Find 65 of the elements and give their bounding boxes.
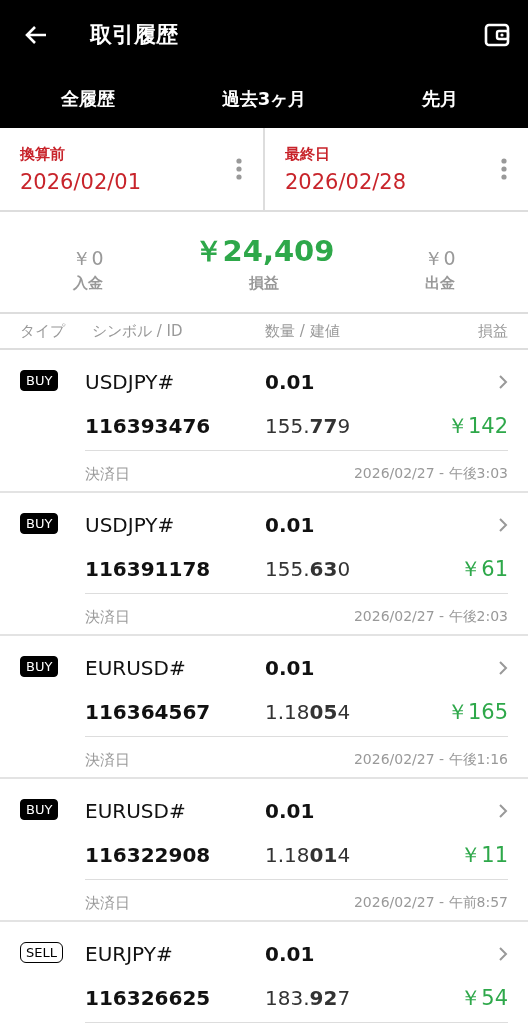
tab[interactable]: 全履歴: [0, 81, 176, 117]
back-icon[interactable]: [24, 25, 48, 45]
settle-label: 決済日: [85, 750, 131, 770]
trade-id: 116364567: [85, 700, 212, 724]
profit: ￥61: [460, 556, 508, 583]
symbol: EURJPY#: [85, 942, 174, 966]
volume: 0.01: [265, 513, 316, 537]
trade-id: 116391178: [85, 557, 212, 581]
volume: 0.01: [265, 370, 316, 394]
side-tag: BUY: [20, 370, 59, 391]
trade-id: 116322908: [85, 843, 212, 867]
settle-time: 2026/02/27 - 午前8:57: [353, 894, 508, 912]
trade-id: 116326625: [85, 986, 212, 1010]
symbol: EURUSD#: [85, 656, 187, 680]
column-header: シンボル / ID: [92, 321, 184, 341]
amount-label: 入金: [73, 273, 103, 293]
amount: ￥0: [72, 245, 104, 271]
profit: ￥165: [446, 699, 508, 726]
column-header: 数量 / 建値: [265, 321, 341, 341]
more-icon[interactable]: [500, 158, 508, 180]
side-tag: SELL: [20, 942, 63, 963]
chevron-right-icon[interactable]: [498, 946, 508, 962]
settle-time: 2026/02/27 - 午後2:03: [353, 608, 508, 626]
date-label: 換算前: [20, 144, 66, 164]
settle-label: 決済日: [85, 464, 131, 484]
window-title: 取引履歴: [90, 21, 179, 49]
amount: ￥0: [424, 245, 456, 271]
date-value[interactable]: 2026/02/01: [20, 169, 235, 194]
column-header: 損益: [478, 321, 508, 341]
chevron-right-icon[interactable]: [498, 660, 508, 676]
column-header: タイプ: [20, 321, 67, 341]
settle-label: 決済日: [85, 607, 131, 627]
side-tag: BUY: [20, 656, 59, 677]
symbol: USDJPY#: [85, 370, 176, 394]
amount-label: 損益: [249, 273, 279, 293]
chevron-right-icon[interactable]: [498, 803, 508, 819]
settle-label: 決済日: [85, 893, 131, 913]
profit: ￥11: [460, 842, 508, 869]
volume: 0.01: [265, 942, 316, 966]
side-tag: BUY: [20, 513, 59, 534]
symbol: USDJPY#: [85, 513, 176, 537]
chevron-right-icon[interactable]: [498, 517, 508, 533]
amount-label: 出金: [425, 273, 455, 293]
profit: ￥54: [460, 985, 508, 1012]
price: 1.18014: [265, 843, 352, 867]
volume: 0.01: [265, 656, 316, 680]
price: 1.18054: [265, 700, 352, 724]
price: 155.779: [265, 414, 352, 438]
settle-time: 2026/02/27 - 午後3:03: [353, 465, 508, 483]
chevron-right-icon[interactable]: [498, 374, 508, 390]
symbol: EURUSD#: [85, 799, 187, 823]
price: 155.630: [265, 557, 352, 581]
date-value[interactable]: 2026/02/28: [285, 169, 500, 194]
date-label: 最終日: [285, 144, 331, 164]
tab[interactable]: 先月: [352, 81, 528, 117]
price: 183.927: [265, 986, 352, 1010]
more-icon[interactable]: [235, 158, 243, 180]
tab[interactable]: 過去3ヶ月: [176, 81, 352, 117]
side-tag: BUY: [20, 799, 59, 820]
trade-id: 116393476: [85, 414, 212, 438]
volume: 0.01: [265, 799, 316, 823]
settle-time: 2026/02/27 - 午後1:16: [353, 751, 508, 769]
amount: ￥24,409: [193, 232, 335, 270]
profit: ￥142: [446, 413, 508, 440]
wallet-icon[interactable]: [484, 23, 510, 47]
